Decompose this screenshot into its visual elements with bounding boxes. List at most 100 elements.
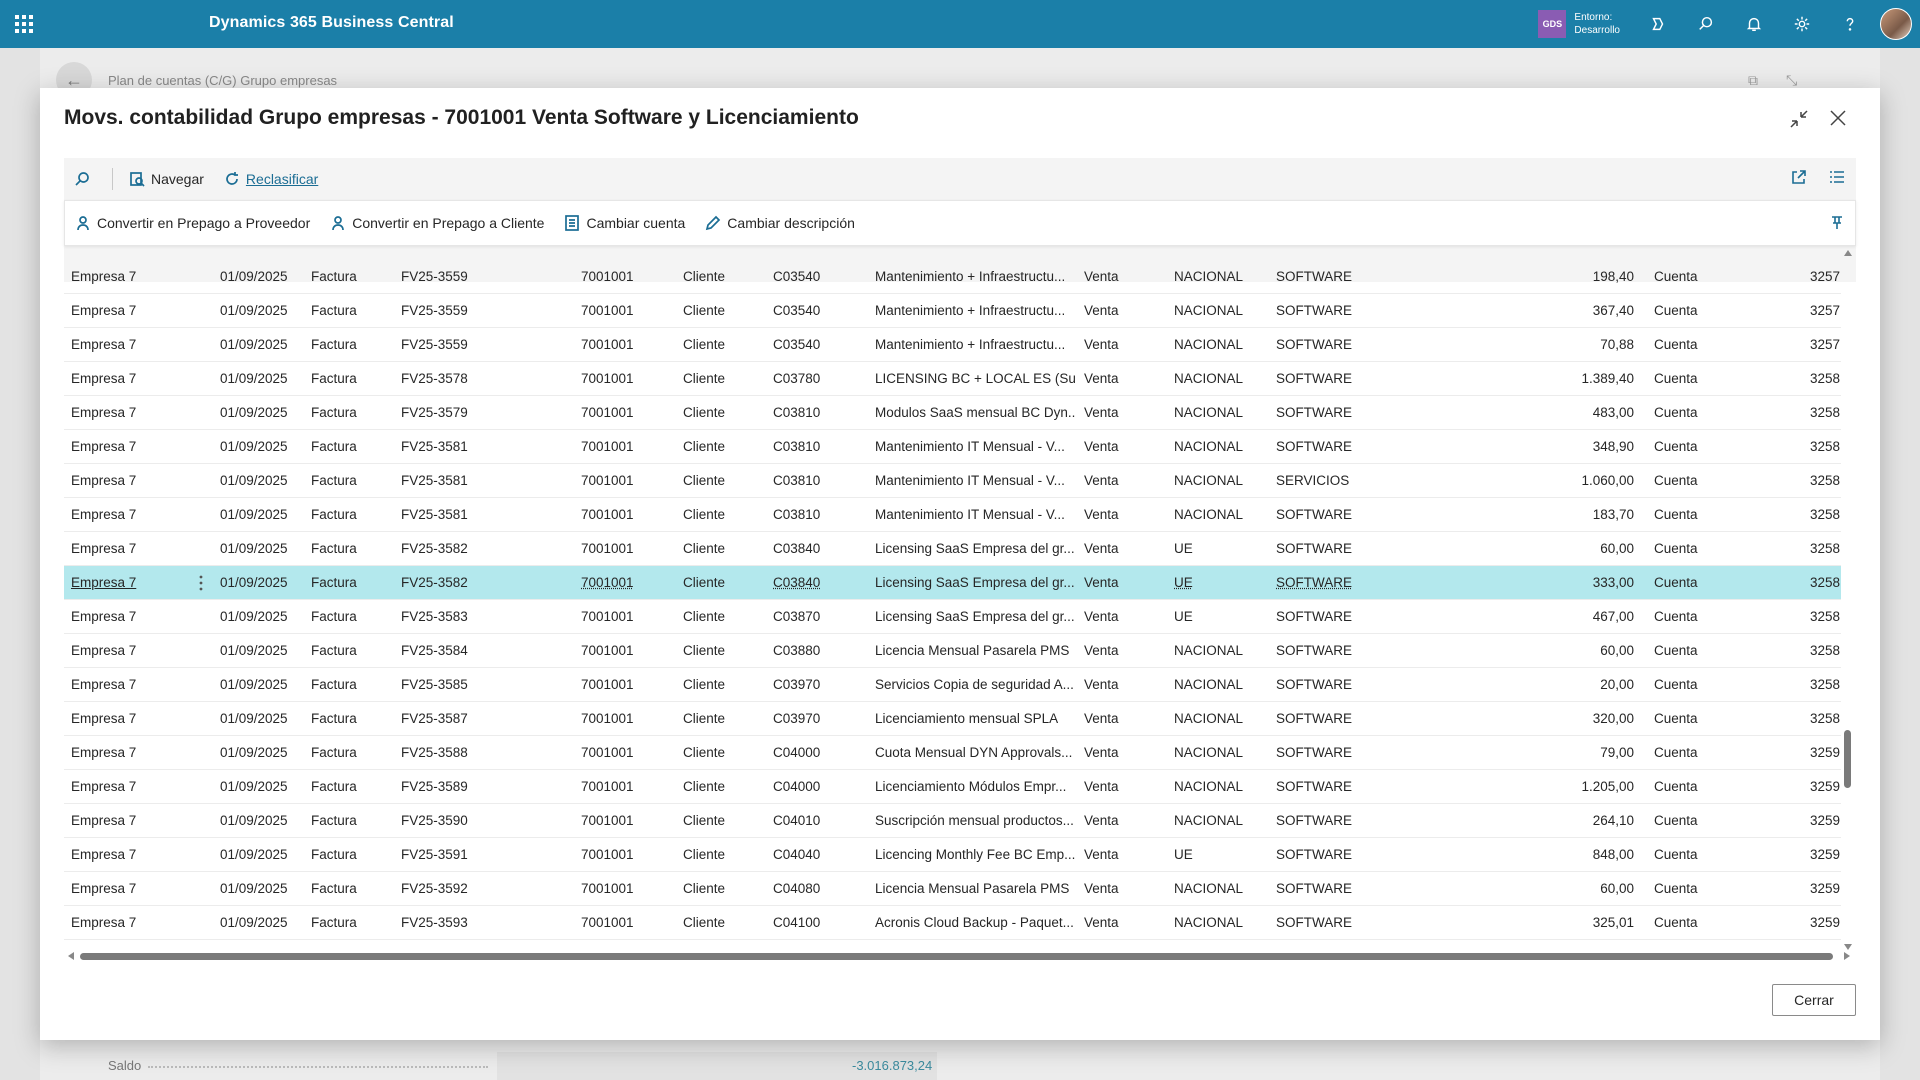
scroll-up-arrow-icon[interactable] bbox=[1844, 250, 1852, 256]
environment-badge: GDS bbox=[1538, 10, 1567, 38]
list-view-icon[interactable] bbox=[1828, 168, 1848, 188]
table-row[interactable]: Empresa 7 01/09/2025 Factura FV25-3583 70010… bbox=[64, 600, 1841, 634]
document-no-cell: FV25-3582 bbox=[401, 575, 468, 590]
company-cell[interactable]: Empresa 7 bbox=[71, 915, 181, 930]
table-row[interactable]: Empresa 7 01/09/2025 Factura FV25-3578 70010… bbox=[64, 362, 1841, 396]
table-row[interactable]: Empresa 7 01/09/2025 Factura FV25-3559 70010… bbox=[64, 294, 1841, 328]
entry-no-cell: 3259 bbox=[1809, 779, 1840, 794]
bal-account-type-cell: Cuenta bbox=[1654, 643, 1698, 658]
change-account-button[interactable]: Cambiar cuenta bbox=[554, 201, 695, 245]
table-row[interactable]: Empresa 7 01/09/2025 Factura FV25-3582 70010… bbox=[64, 532, 1841, 566]
table-row[interactable]: Empresa 7 01/09/2025 Factura FV25-3559 70010… bbox=[64, 260, 1841, 294]
product-group-cell: SOFTWARE bbox=[1276, 813, 1352, 828]
source-no-cell: C03810 bbox=[773, 405, 821, 420]
change-description-button[interactable]: Cambiar descripción bbox=[695, 201, 865, 245]
table-row[interactable]: Empresa 7 01/09/2025 Factura FV25-3581 70010… bbox=[64, 498, 1841, 532]
table-row[interactable]: Empresa 7 01/09/2025 Factura FV25-3590 70010… bbox=[64, 804, 1841, 838]
copilot-icon[interactable] bbox=[1634, 0, 1682, 48]
table-row[interactable]: Empresa 7 01/09/2025 Factura FV25-3592 70010… bbox=[64, 872, 1841, 906]
company-cell[interactable]: Empresa 7 bbox=[71, 473, 181, 488]
document-type-cell: Factura bbox=[311, 881, 357, 896]
help-icon[interactable] bbox=[1826, 0, 1874, 48]
search-button[interactable] bbox=[64, 158, 106, 200]
vertical-scroll-thumb[interactable] bbox=[1844, 730, 1851, 788]
product-group-cell: SOFTWARE bbox=[1276, 711, 1352, 726]
table-row[interactable]: Empresa 7 01/09/2025 Factura FV25-3559 70010… bbox=[64, 328, 1841, 362]
horizontal-scrollbar[interactable] bbox=[64, 950, 1854, 962]
company-cell[interactable]: Empresa 7 bbox=[71, 847, 181, 862]
company-cell[interactable]: Empresa 7 bbox=[71, 609, 181, 624]
posting-date-cell: 01/09/2025 bbox=[220, 609, 288, 624]
reclassify-button[interactable]: Reclasificar bbox=[214, 158, 328, 200]
table-row[interactable]: Empresa 7 01/09/2025 Factura FV25-3585 70010… bbox=[64, 668, 1841, 702]
company-cell[interactable]: Empresa 7 bbox=[71, 813, 181, 828]
company-cell[interactable]: Empresa 7 bbox=[71, 575, 181, 590]
product-group-cell: SOFTWARE bbox=[1276, 575, 1352, 590]
table-row[interactable]: Empresa 7 01/09/2025 Factura FV25-3593 70010… bbox=[64, 906, 1841, 940]
company-cell[interactable]: Empresa 7 bbox=[71, 507, 181, 522]
share-icon[interactable] bbox=[1790, 168, 1810, 188]
gen-posting-type-cell: Venta bbox=[1084, 303, 1119, 318]
table-row[interactable]: Empresa 7 01/09/2025 Factura FV25-3591 70010… bbox=[64, 838, 1841, 872]
close-icon[interactable] bbox=[1826, 106, 1850, 130]
avatar[interactable] bbox=[1880, 8, 1912, 40]
company-cell[interactable]: Empresa 7 bbox=[71, 779, 181, 794]
table-row[interactable]: Empresa 7 01/09/2025 Factura FV25-3584 70010… bbox=[64, 634, 1841, 668]
document-no-cell: FV25-3581 bbox=[401, 507, 468, 522]
document-type-cell: Factura bbox=[311, 269, 357, 284]
convert-prepayment-vendor-button[interactable]: Convertir en Prepago a Proveedor bbox=[65, 201, 320, 245]
selected-table-row[interactable]: Empresa 7 01/09/2025 Factura FV25-3582 70010… bbox=[64, 566, 1841, 600]
business-group-cell: UE bbox=[1174, 847, 1193, 862]
table-row[interactable]: Empresa 7 01/09/2025 Factura FV25-3587 70010… bbox=[64, 702, 1841, 736]
navigate-button[interactable]: Navegar bbox=[119, 158, 214, 200]
account-no-cell: 7001001 bbox=[581, 439, 634, 454]
company-cell[interactable]: Empresa 7 bbox=[71, 269, 181, 284]
entry-no-cell: 3258 bbox=[1809, 609, 1840, 624]
scroll-left-arrow-icon[interactable] bbox=[68, 952, 74, 960]
amount-cell: 1.205,00 bbox=[1581, 779, 1634, 794]
company-cell[interactable]: Empresa 7 bbox=[71, 439, 181, 454]
company-cell[interactable]: Empresa 7 bbox=[71, 303, 181, 318]
source-type-cell: Cliente bbox=[683, 813, 726, 828]
close-button[interactable]: Cerrar bbox=[1772, 984, 1856, 1016]
account-no-cell: 7001001 bbox=[581, 405, 634, 420]
table-row[interactable]: Empresa 7 01/09/2025 Factura FV25-3581 70010… bbox=[64, 430, 1841, 464]
document-type-cell: Factura bbox=[311, 439, 357, 454]
table-row[interactable]: Empresa 7 01/09/2025 Factura FV25-3589 70010… bbox=[64, 770, 1841, 804]
table-row[interactable]: Empresa 7 01/09/2025 Factura FV25-3581 70010… bbox=[64, 464, 1841, 498]
entry-no-cell: 3258 bbox=[1809, 371, 1840, 386]
company-cell[interactable]: Empresa 7 bbox=[71, 677, 181, 692]
company-cell[interactable]: Empresa 7 bbox=[71, 371, 181, 386]
company-cell[interactable]: Empresa 7 bbox=[71, 541, 181, 556]
source-no-cell: C03540 bbox=[773, 269, 821, 284]
collapse-icon[interactable] bbox=[1788, 108, 1810, 130]
convert-prepayment-customer-button[interactable]: Convertir en Prepago a Cliente bbox=[320, 201, 554, 245]
row-actions-icon[interactable] bbox=[195, 574, 207, 592]
ledger-entries-dialog: Movs. contabilidad Grupo empresas - 7001… bbox=[40, 88, 1880, 1040]
search-icon[interactable] bbox=[1682, 0, 1730, 48]
bell-icon[interactable] bbox=[1730, 0, 1778, 48]
action-toolbar: Convertir en Prepago a Proveedor Convert… bbox=[64, 200, 1856, 246]
gear-icon[interactable] bbox=[1778, 0, 1826, 48]
vertical-scrollbar[interactable] bbox=[1843, 250, 1853, 950]
horizontal-scroll-thumb[interactable] bbox=[80, 953, 1833, 960]
table-row[interactable]: Empresa 701/09/2025FacturaFV25-359570010… bbox=[64, 940, 1841, 948]
app-title[interactable]: Dynamics 365 Business Central bbox=[209, 14, 454, 32]
table-row[interactable]: Empresa 7 01/09/2025 Factura FV25-3588 70010… bbox=[64, 736, 1841, 770]
company-cell[interactable]: Empresa 7 bbox=[71, 643, 181, 658]
company-cell[interactable]: Empresa 7 bbox=[71, 881, 181, 896]
document-type-cell: Factura bbox=[311, 507, 357, 522]
app-launcher-icon[interactable] bbox=[0, 0, 48, 48]
bal-account-type-cell: Cuenta bbox=[1654, 847, 1698, 862]
pin-icon[interactable] bbox=[1829, 215, 1845, 231]
company-cell[interactable]: Empresa 7 bbox=[71, 711, 181, 726]
document-no-cell: FV25-3582 bbox=[401, 541, 468, 556]
company-cell[interactable]: Empresa 7 bbox=[71, 337, 181, 352]
company-cell[interactable]: Empresa 7 bbox=[71, 745, 181, 760]
table-row[interactable]: Empresa 7 01/09/2025 Factura FV25-3579 70010… bbox=[64, 396, 1841, 430]
source-no-cell: C03540 bbox=[773, 337, 821, 352]
description-cell: Mantenimiento IT Mensual - V... bbox=[875, 507, 1065, 522]
scroll-right-arrow-icon[interactable] bbox=[1844, 952, 1850, 960]
entry-no-cell: 3258 bbox=[1809, 677, 1840, 692]
company-cell[interactable]: Empresa 7 bbox=[71, 405, 181, 420]
